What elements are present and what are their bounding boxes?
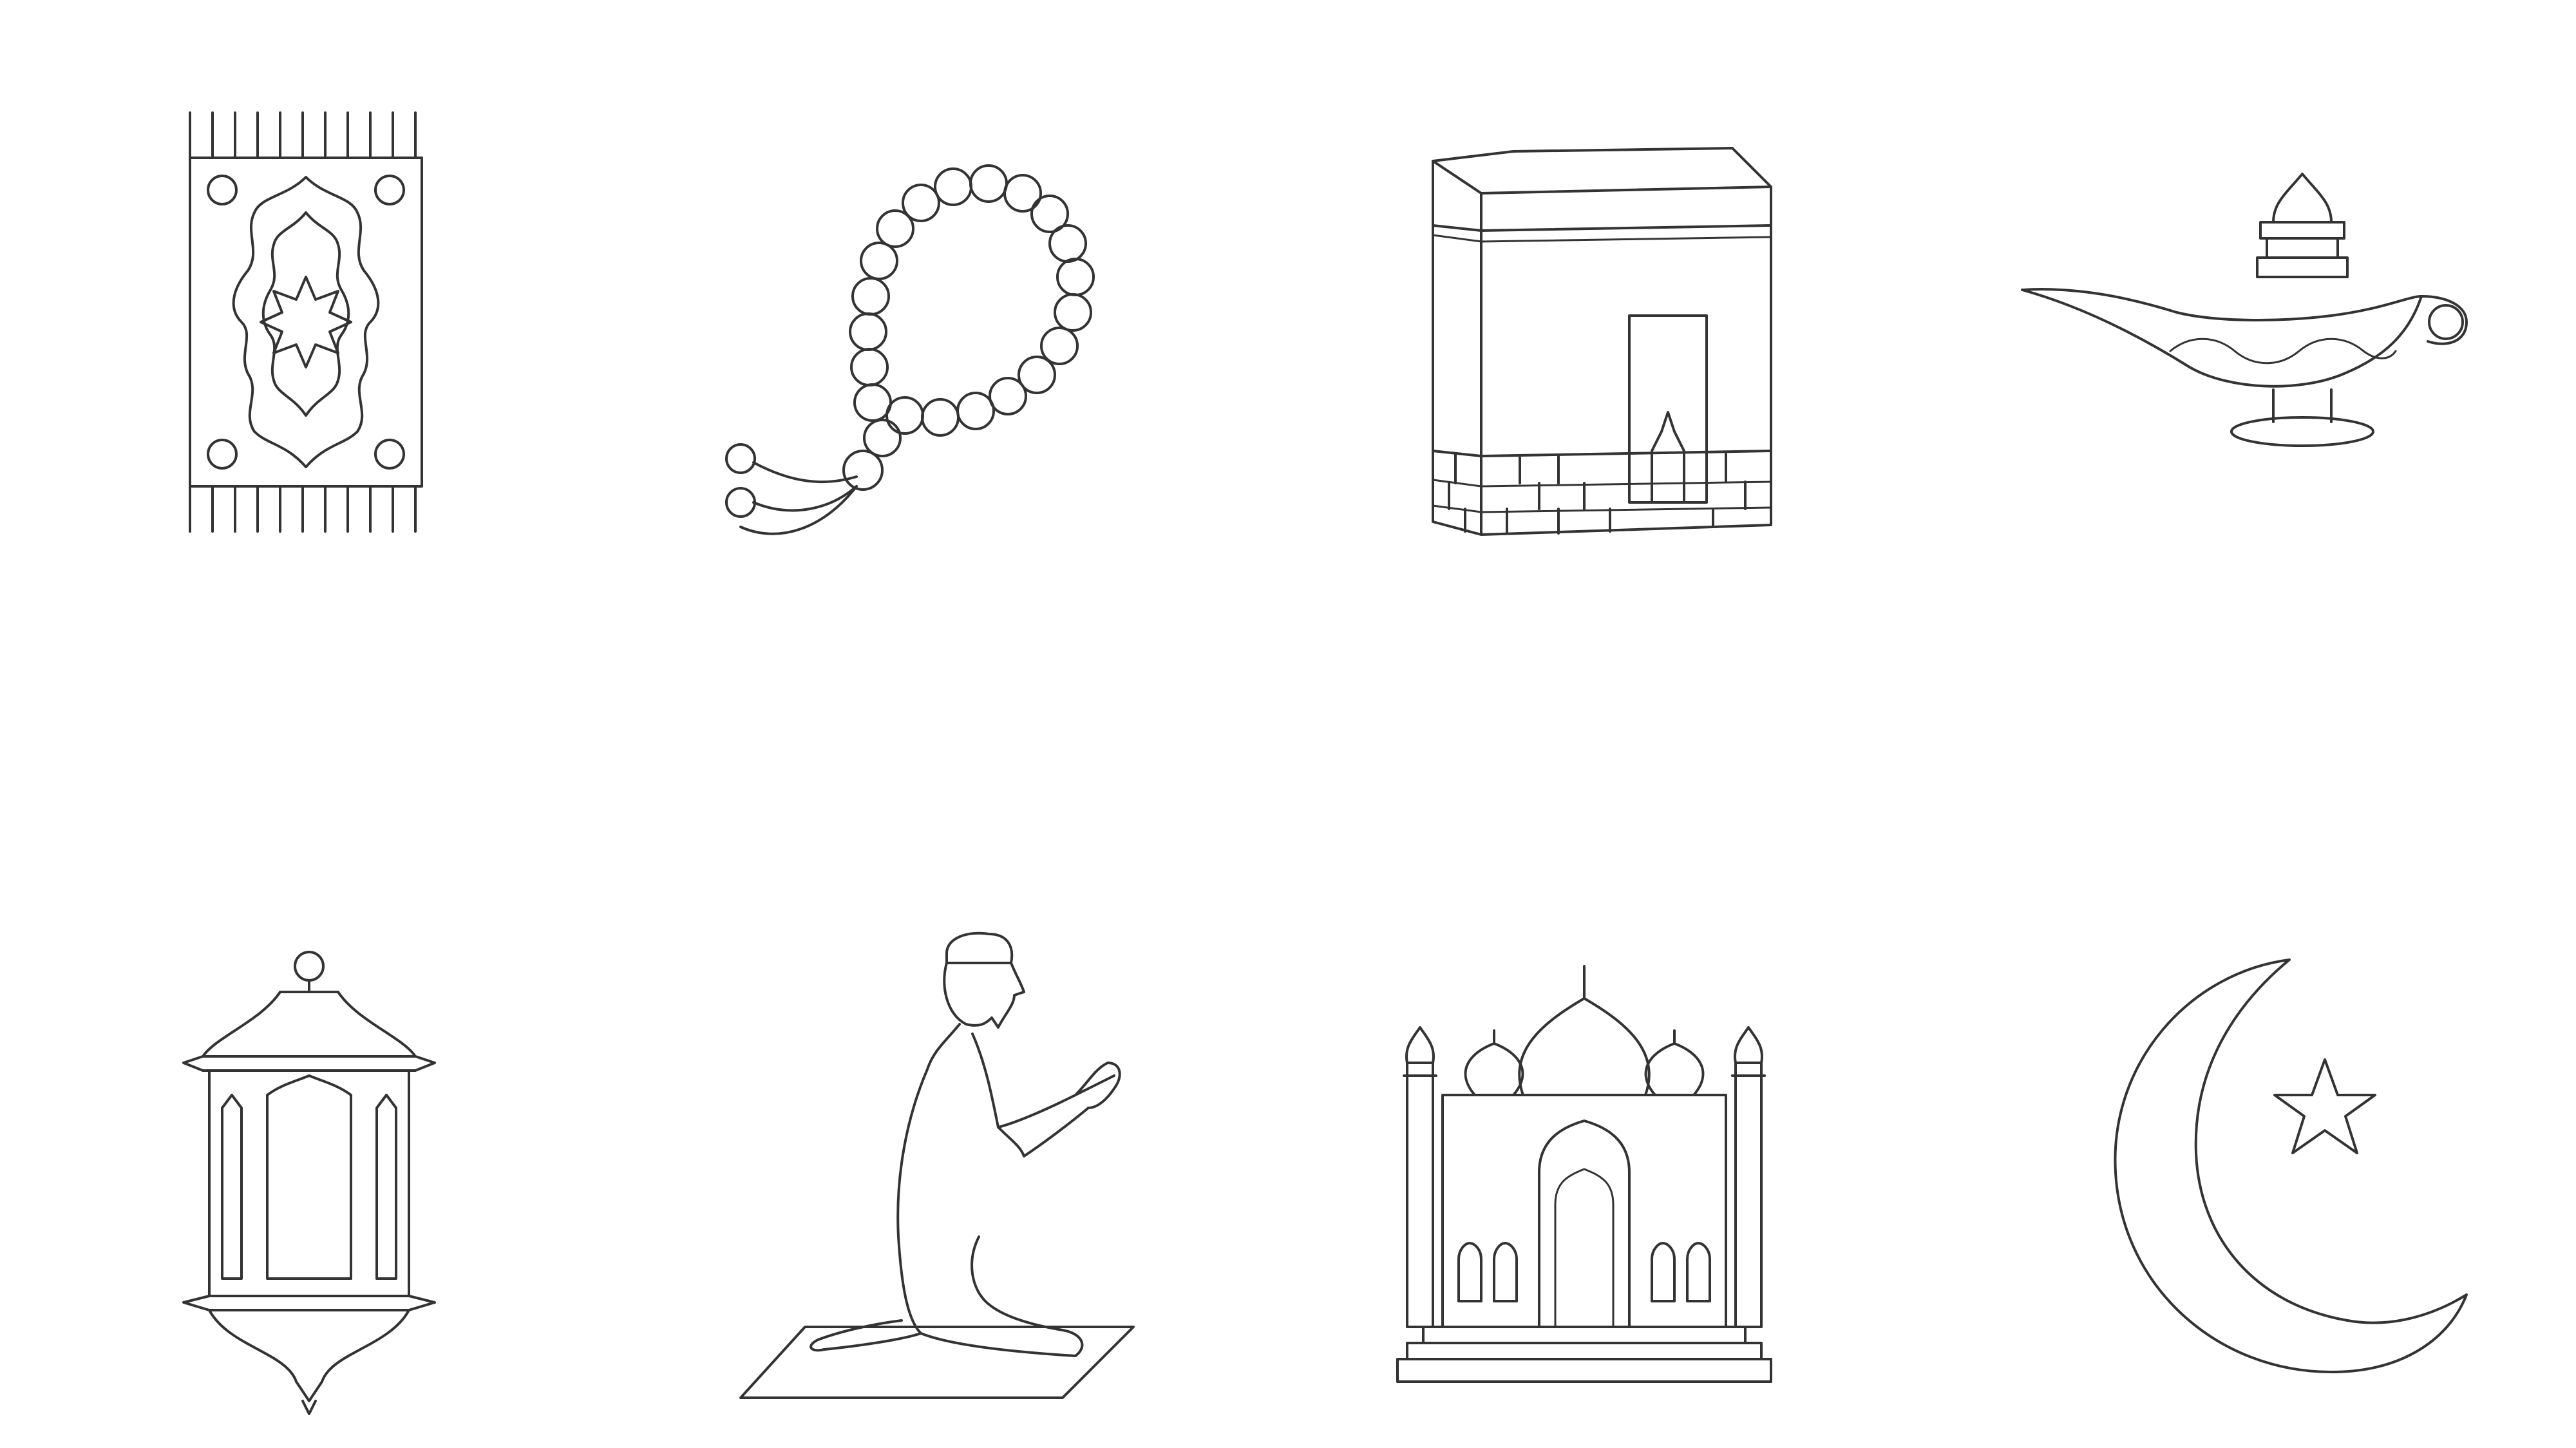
ramadan-lantern-icon bbox=[48, 902, 564, 1417]
prayer-beads-icon bbox=[663, 64, 1179, 580]
kaaba-icon bbox=[1327, 64, 1842, 580]
praying-man-icon bbox=[663, 902, 1179, 1417]
crescent-star-icon bbox=[1996, 902, 2512, 1417]
icon-sheet bbox=[0, 0, 2576, 1448]
mosque-icon bbox=[1327, 902, 1842, 1417]
oil-lamp-icon bbox=[1996, 64, 2512, 580]
prayer-rug-icon bbox=[48, 64, 564, 580]
